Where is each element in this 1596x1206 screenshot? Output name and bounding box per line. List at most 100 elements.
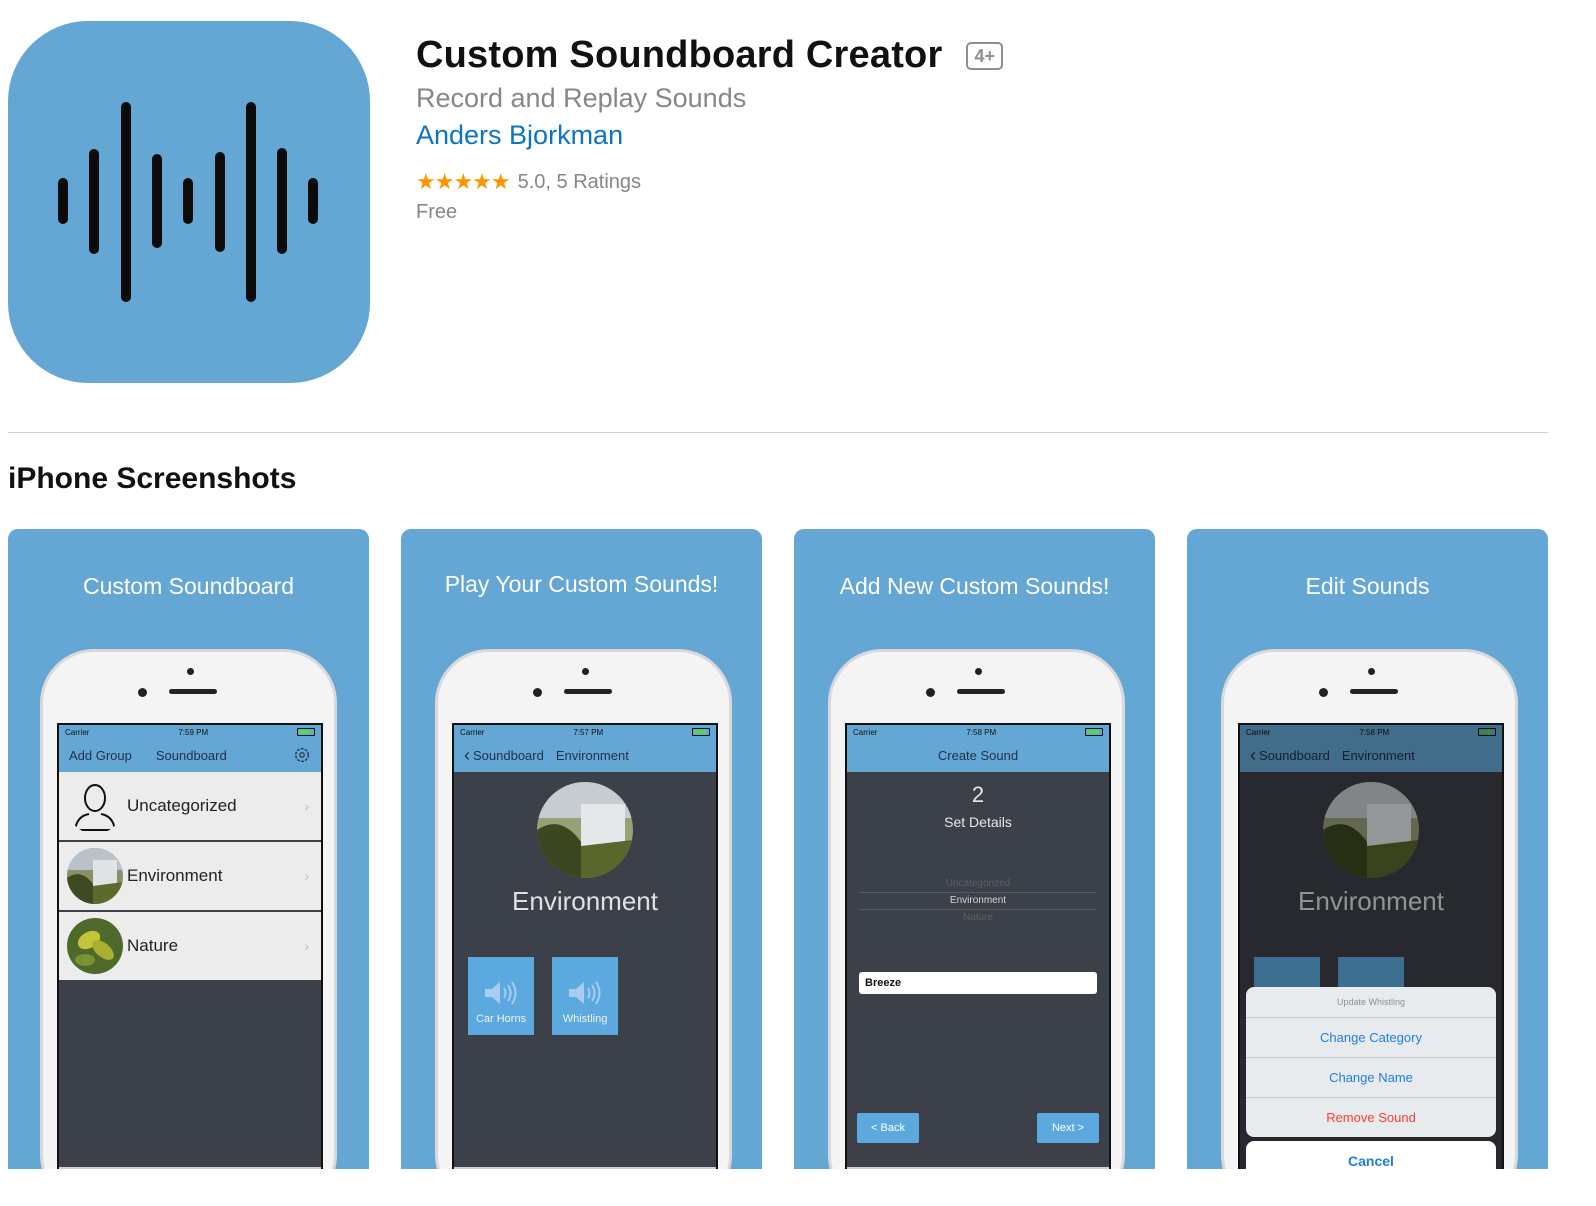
speaker-icon xyxy=(569,981,601,1005)
carrier-label: Carrier xyxy=(853,727,878,737)
price-label: Free xyxy=(416,201,458,223)
section-divider xyxy=(8,432,1548,433)
phone-screen: Carrier 7:59 PM Add Group Soundboard Unc… xyxy=(57,723,323,1169)
carrier-label: Carrier xyxy=(460,727,485,737)
phone-screen: Carrier 7:58 PM ‹ Soundboard Environment… xyxy=(1238,723,1504,1169)
iphone-frame: Carrier 7:59 PM Add Group Soundboard Unc… xyxy=(40,649,337,1169)
sound-tile-whistling[interactable]: Whistling xyxy=(552,957,618,1035)
phone-screen: Carrier 7:57 PM ‹ Soundboard Environment… xyxy=(452,723,718,1169)
soundwave-icon xyxy=(58,102,318,302)
category-title: Environment xyxy=(512,886,658,916)
clock-label: 7:57 PM xyxy=(573,727,604,737)
action-sheet-title: Update Whistling xyxy=(1246,987,1496,1018)
earpiece-speaker xyxy=(564,689,612,694)
remove-sound-button[interactable]: Remove Sound xyxy=(1246,1098,1496,1137)
nav-bar: Create Sound xyxy=(847,739,1109,772)
battery-icon xyxy=(692,728,710,736)
action-sheet: Update Whistling Change Category Change … xyxy=(1246,987,1496,1137)
chevron-left-icon[interactable]: ‹ xyxy=(464,745,470,766)
chevron-right-icon: › xyxy=(304,938,309,954)
rating-row: ★★★★★ 5.0, 5 Ratings xyxy=(416,169,1003,195)
earpiece-speaker xyxy=(957,689,1005,694)
tab-bar xyxy=(59,1167,321,1169)
list-item-environment[interactable]: Environment › xyxy=(59,842,321,912)
picker-option[interactable]: Uncategorized xyxy=(847,876,1109,892)
nav-bar: ‹ Soundboard Environment xyxy=(454,739,716,772)
age-rating-badge: 4+ xyxy=(966,41,1003,70)
screenshot-caption: Edit Sounds xyxy=(1305,573,1430,599)
battery-icon xyxy=(1085,728,1103,736)
sound-tile-label: Whistling xyxy=(562,1013,608,1025)
chevron-right-icon: › xyxy=(304,798,309,814)
list-item-label: Nature xyxy=(127,936,179,955)
chevron-right-icon: › xyxy=(304,868,309,884)
back-button[interactable]: < Back xyxy=(857,1113,919,1143)
screenshot-caption: Add New Custom Sounds! xyxy=(839,573,1110,599)
nav-bar: Add Group Soundboard xyxy=(59,739,321,772)
tab-bar xyxy=(454,1167,716,1169)
list-item-nature[interactable]: Nature › xyxy=(59,912,321,982)
screenshot-4[interactable]: Edit Sounds Carrier 7:58 PM ‹ Soundboard… xyxy=(1187,529,1548,1169)
screenshot-3[interactable]: Add New Custom Sounds! Carrier 7:58 PM C… xyxy=(794,529,1155,1169)
list-item-label: Uncategorized xyxy=(127,796,237,815)
step-label: Set Details xyxy=(944,814,1012,830)
nav-title: Create Sound xyxy=(937,748,1019,763)
sound-name-input[interactable]: Breeze xyxy=(859,972,1097,994)
change-category-button[interactable]: Change Category xyxy=(1246,1018,1496,1058)
status-bar: Carrier 7:58 PM xyxy=(847,725,1109,739)
picker-option[interactable]: Nature xyxy=(847,910,1109,926)
next-button[interactable]: Next > xyxy=(1037,1113,1099,1143)
screenshots-section-title: iPhone Screenshots xyxy=(8,462,297,495)
sound-tile-car-horns[interactable]: Car Horns xyxy=(468,957,534,1035)
app-subtitle: Record and Replay Sounds xyxy=(416,83,747,113)
status-bar: Carrier 7:57 PM xyxy=(454,725,716,739)
front-camera xyxy=(1319,688,1328,697)
iphone-frame: Carrier 7:57 PM ‹ Soundboard Environment… xyxy=(435,649,732,1169)
earpiece-speaker xyxy=(169,689,217,694)
carrier-label: Carrier xyxy=(65,727,90,737)
proximity-sensor xyxy=(1368,668,1375,675)
nav-title: Environment xyxy=(555,748,629,763)
proximity-sensor xyxy=(975,668,982,675)
status-bar: Carrier 7:59 PM xyxy=(59,725,321,739)
clock-label: 7:59 PM xyxy=(178,727,209,737)
star-rating-icon: ★★★★★ xyxy=(416,169,511,194)
step-number: 2 xyxy=(971,782,985,807)
iphone-frame: Carrier 7:58 PM Create Sound 2 Set Detai… xyxy=(828,649,1125,1169)
rating-text: 5.0, 5 Ratings xyxy=(517,170,642,193)
iphone-frame: Carrier 7:58 PM ‹ Soundboard Environment… xyxy=(1221,649,1518,1169)
cancel-button[interactable]: Cancel xyxy=(1246,1141,1496,1169)
front-camera xyxy=(926,688,935,697)
proximity-sensor xyxy=(582,668,589,675)
app-icon xyxy=(8,21,370,383)
list-item-label: Environment xyxy=(127,866,223,885)
screenshot-2[interactable]: Play Your Custom Sounds! Carrier 7:57 PM… xyxy=(401,529,762,1169)
category-image xyxy=(537,782,633,878)
back-button[interactable]: Soundboard xyxy=(473,748,544,763)
clock-label: 7:58 PM xyxy=(966,727,997,737)
developer-link[interactable]: Anders Bjorkman xyxy=(416,120,1003,151)
earpiece-speaker xyxy=(1350,689,1398,694)
sound-grid: Car Horns Whistling xyxy=(454,957,716,1035)
user-silhouette-icon xyxy=(67,778,123,834)
tab-bar xyxy=(847,1167,1109,1169)
list-item-uncategorized[interactable]: Uncategorized › xyxy=(59,772,321,842)
screenshot-caption: Custom Soundboard xyxy=(83,573,294,599)
battery-icon xyxy=(297,728,315,736)
category-picker[interactable]: Uncategorized Environment Nature xyxy=(847,876,1109,926)
gear-icon[interactable] xyxy=(293,746,311,764)
nav-title: Soundboard xyxy=(155,748,227,763)
phone-screen: Carrier 7:58 PM Create Sound 2 Set Detai… xyxy=(845,723,1111,1169)
app-title: Custom Soundboard Creator xyxy=(416,34,943,76)
front-camera xyxy=(138,688,147,697)
add-group-button[interactable]: Add Group xyxy=(69,748,132,763)
sound-tile-label: Car Horns xyxy=(475,1013,527,1025)
proximity-sensor xyxy=(187,668,194,675)
speaker-icon xyxy=(485,981,517,1005)
leaf-thumbnail xyxy=(67,918,123,974)
app-header: Custom Soundboard Creator 4+ Record and … xyxy=(416,34,1003,224)
picker-selected-option[interactable]: Environment xyxy=(859,892,1097,910)
change-name-button[interactable]: Change Name xyxy=(1246,1058,1496,1098)
screenshot-1[interactable]: Custom Soundboard Carrier 7:59 PM Add Gr… xyxy=(8,529,369,1169)
waterfall-thumbnail xyxy=(67,848,123,904)
